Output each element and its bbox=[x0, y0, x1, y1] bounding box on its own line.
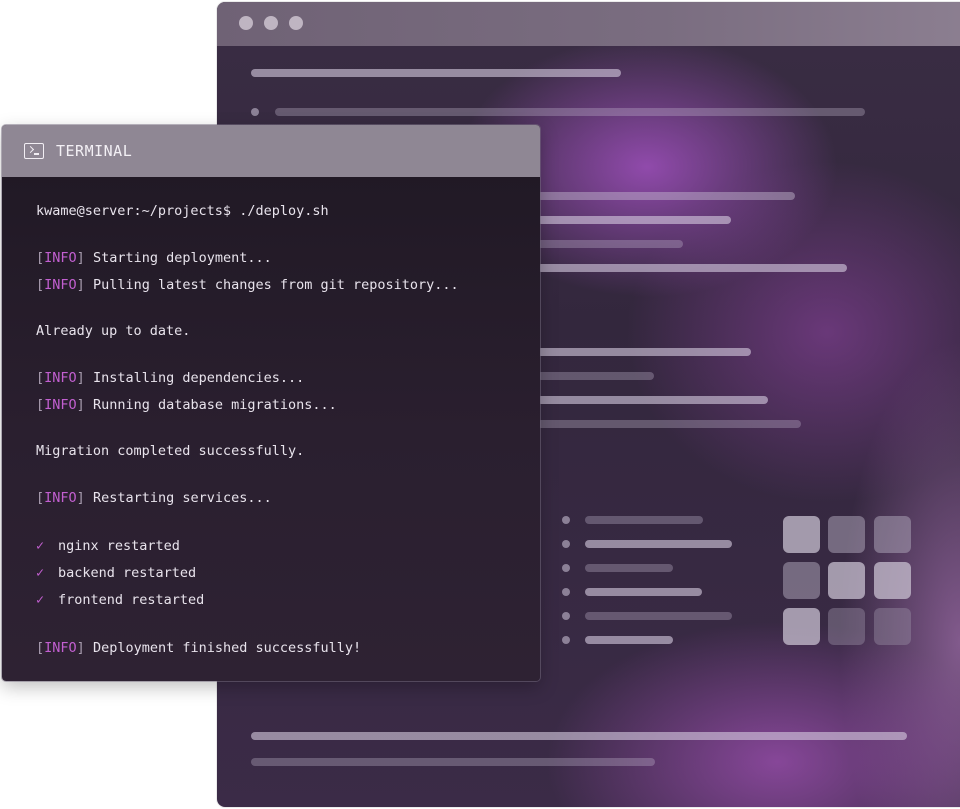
placeholder-line bbox=[537, 192, 795, 200]
placeholder-line bbox=[275, 108, 865, 116]
service-status-line: ✓ frontend restarted bbox=[36, 592, 204, 608]
checkmark-icon: ✓ bbox=[36, 538, 45, 554]
grid-tile[interactable] bbox=[828, 516, 865, 553]
terminal-prompt-icon bbox=[24, 143, 44, 159]
service-status-line: ✓ backend restarted bbox=[36, 565, 196, 581]
grid-tile[interactable] bbox=[783, 562, 820, 599]
grid-tile[interactable] bbox=[874, 608, 911, 645]
placeholder-bullet bbox=[562, 564, 570, 572]
placeholder-line bbox=[585, 588, 702, 596]
placeholder-line bbox=[537, 216, 731, 224]
log-line: [INFO] Starting deployment... bbox=[36, 250, 272, 266]
info-tag: INFO bbox=[44, 490, 77, 506]
placeholder-line bbox=[537, 240, 683, 248]
log-message: Installing dependencies... bbox=[92, 370, 305, 386]
log-message: Deployment finished successfully! bbox=[92, 640, 362, 656]
log-message: Running database migrations... bbox=[92, 397, 337, 413]
info-tag: INFO bbox=[44, 397, 77, 413]
placeholder-line bbox=[585, 564, 673, 572]
log-message: Restarting services... bbox=[92, 490, 272, 506]
grid-tile[interactable] bbox=[783, 516, 820, 553]
placeholder-line bbox=[537, 420, 801, 428]
placeholder-line bbox=[585, 636, 673, 644]
service-status-text: nginx restarted bbox=[58, 538, 180, 554]
placeholder-bullet bbox=[562, 588, 570, 596]
info-tag: INFO bbox=[44, 640, 77, 656]
service-status-line: ✓ nginx restarted bbox=[36, 538, 180, 554]
log-line: [INFO] Pulling latest changes from git r… bbox=[36, 277, 459, 293]
placeholder-line bbox=[537, 348, 751, 356]
placeholder-line bbox=[585, 540, 732, 548]
checkmark-icon: ✓ bbox=[36, 592, 45, 608]
log-message: Starting deployment... bbox=[92, 250, 272, 266]
log-message: Pulling latest changes from git reposito… bbox=[92, 277, 459, 293]
placeholder-bullet bbox=[562, 636, 570, 644]
log-line: [INFO] Deployment finished successfully! bbox=[36, 640, 362, 656]
placeholder-line bbox=[537, 372, 654, 380]
placeholder-line bbox=[537, 264, 847, 272]
placeholder-bullet bbox=[562, 516, 570, 524]
command-line: kwame@server:~/projects$ ./deploy.sh bbox=[36, 203, 329, 219]
info-tag: INFO bbox=[44, 277, 77, 293]
terminal-window[interactable]: TERMINAL kwame@server:~/projects$ ./depl… bbox=[2, 125, 540, 681]
placeholder-line bbox=[537, 396, 768, 404]
terminal-title: TERMINAL bbox=[56, 142, 133, 160]
output-line: Migration completed successfully. bbox=[36, 443, 305, 459]
placeholder-line bbox=[251, 758, 655, 766]
placeholder-line bbox=[585, 612, 732, 620]
grid-tile[interactable] bbox=[828, 608, 865, 645]
terminal-header: TERMINAL bbox=[2, 125, 540, 177]
grid-tile[interactable] bbox=[828, 562, 865, 599]
grid-tile[interactable] bbox=[783, 608, 820, 645]
service-status-text: backend restarted bbox=[58, 565, 197, 581]
info-tag: INFO bbox=[44, 250, 77, 266]
grid-tile[interactable] bbox=[874, 516, 911, 553]
grid-tile[interactable] bbox=[874, 562, 911, 599]
placeholder-line bbox=[251, 69, 621, 77]
output-line: Already up to date. bbox=[36, 323, 191, 339]
window-control-dot[interactable] bbox=[264, 16, 278, 30]
placeholder-line bbox=[251, 732, 907, 740]
window-control-dot[interactable] bbox=[289, 16, 303, 30]
browser-title-bar bbox=[217, 2, 960, 46]
log-line: [INFO] Installing dependencies... bbox=[36, 370, 305, 386]
window-control-dot[interactable] bbox=[239, 16, 253, 30]
placeholder-bullet bbox=[562, 612, 570, 620]
placeholder-bullet bbox=[251, 108, 259, 116]
service-status-text: frontend restarted bbox=[58, 592, 205, 608]
log-line: [INFO] Restarting services... bbox=[36, 490, 272, 506]
log-line: [INFO] Running database migrations... bbox=[36, 397, 337, 413]
placeholder-line bbox=[585, 516, 703, 524]
checkmark-icon: ✓ bbox=[36, 565, 45, 581]
info-tag: INFO bbox=[44, 370, 77, 386]
placeholder-bullet bbox=[562, 540, 570, 548]
